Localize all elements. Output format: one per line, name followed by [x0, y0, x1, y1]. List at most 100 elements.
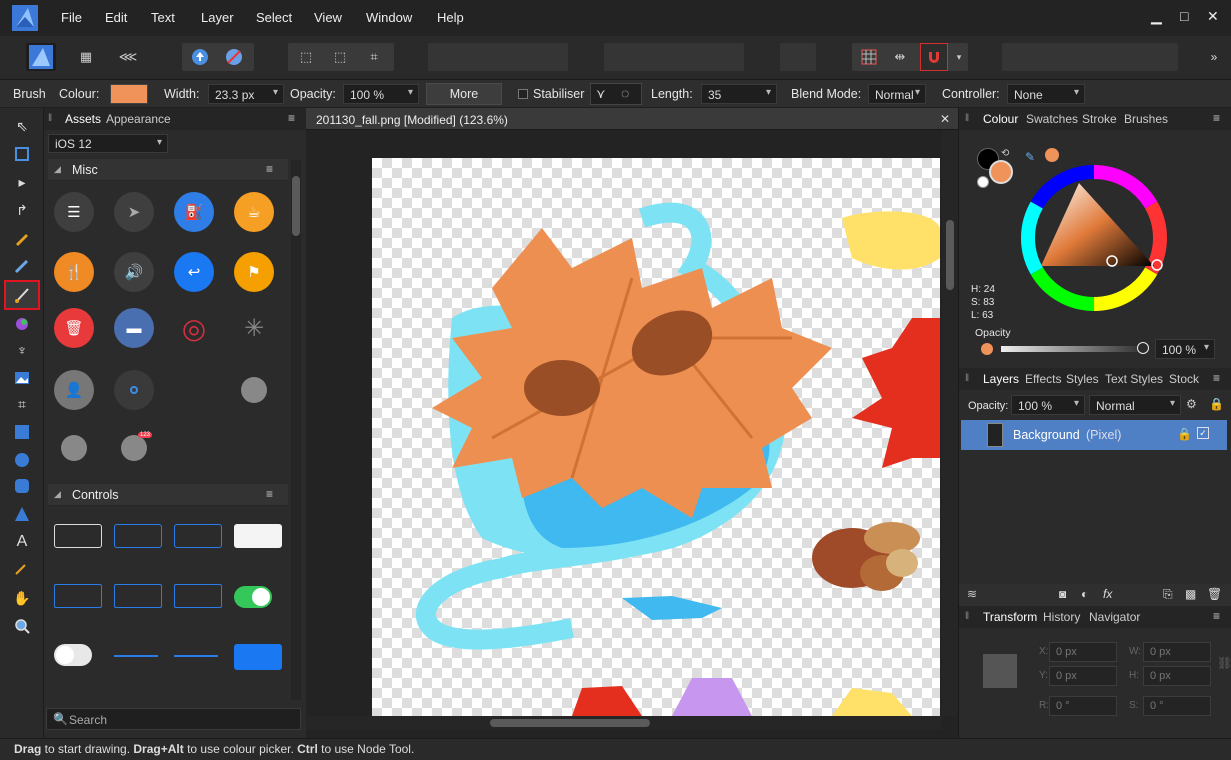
panel-menu-icon[interactable]: ≡ — [1213, 609, 1220, 623]
vector-brush-tool-icon[interactable] — [10, 254, 34, 278]
upload-icon[interactable] — [186, 43, 214, 71]
opacity-field[interactable]: 100 % ▾ — [343, 84, 419, 104]
menu-text[interactable]: Text — [151, 10, 175, 25]
toggle-off[interactable] — [54, 644, 92, 666]
anchor-selector[interactable] — [983, 654, 1017, 688]
no-colour-icon[interactable] — [977, 176, 989, 188]
tab-brushes[interactable]: Brushes — [1124, 112, 1168, 126]
close-document-icon[interactable]: ✕ — [940, 112, 950, 126]
fill-tool-icon[interactable] — [10, 312, 34, 336]
tab-stock[interactable]: Stock — [1169, 372, 1199, 386]
list-icon[interactable]: ☰ — [54, 192, 94, 232]
paint-brush-tool-icon[interactable] — [4, 280, 40, 310]
w-field[interactable]: 0 px — [1143, 642, 1211, 662]
flag-icon[interactable]: ⚑ — [234, 252, 274, 292]
canvas-horizontal-scrollbar[interactable] — [306, 716, 942, 730]
length-field[interactable]: 35 ▾ — [701, 84, 777, 104]
hand-tool-icon[interactable]: ✋ — [10, 586, 34, 610]
layer-lock-icon[interactable]: 🔒 — [1177, 427, 1192, 441]
asset-category-select[interactable]: iOS 12 ▾ — [48, 134, 168, 153]
select-all-icon[interactable]: ⬚ — [292, 43, 320, 71]
persona-export-button[interactable]: ⋘ — [114, 43, 142, 71]
rotation-field[interactable]: 0 ° — [1049, 696, 1117, 716]
colour-wheel[interactable] — [1019, 163, 1169, 313]
crop-tool-icon[interactable]: ⌗ — [10, 392, 34, 416]
tab-swatches[interactable]: Swatches — [1026, 112, 1078, 126]
close-button[interactable]: ✕ — [1207, 8, 1219, 25]
control-input-1[interactable] — [54, 584, 102, 608]
mask-icon[interactable]: ◙ — [1059, 587, 1066, 601]
more-button[interactable]: More — [426, 83, 502, 105]
h-field[interactable]: 0 px — [1143, 666, 1211, 686]
tab-effects[interactable]: Effects — [1025, 372, 1061, 386]
magnet-icon[interactable] — [920, 43, 948, 71]
eyedropper-icon[interactable]: ✎ — [1025, 150, 1035, 164]
coffee-icon[interactable]: ☕ — [234, 192, 274, 232]
tab-appearance[interactable]: Appearance — [106, 112, 171, 126]
fuel-icon[interactable]: ⛽ — [174, 192, 214, 232]
menu-select[interactable]: Select — [256, 10, 292, 25]
new-layer-icon[interactable]: ⎘ — [1163, 587, 1173, 602]
layer-visibility-checkbox[interactable]: ✓ — [1197, 427, 1209, 439]
place-image-tool-icon[interactable] — [10, 366, 34, 390]
tab-navigator[interactable]: Navigator — [1089, 610, 1140, 624]
group-icon[interactable]: ▩ — [1185, 587, 1196, 601]
move-tool-icon[interactable]: ⇖ — [10, 114, 34, 138]
minimize-button[interactable]: ▁ — [1151, 8, 1162, 25]
panel-menu-icon[interactable]: ≡ — [288, 111, 295, 125]
shear-field[interactable]: 0 ° — [1143, 696, 1211, 716]
trash-icon[interactable]: 🗑 — [54, 308, 94, 348]
width-field[interactable]: 23.3 px ▾ — [208, 84, 284, 104]
y-field[interactable]: 0 px — [1049, 666, 1117, 686]
pen-tool-icon[interactable]: ↱ — [10, 198, 34, 222]
grid-snap-icon[interactable] — [855, 43, 883, 71]
user-avatar-icon[interactable]: 👤 — [54, 370, 94, 410]
contact-avatar-large[interactable] — [234, 370, 274, 410]
colour-swatch[interactable] — [110, 84, 148, 104]
tab-styles[interactable]: Styles — [1066, 372, 1099, 386]
tab-layers[interactable]: Layers — [983, 372, 1019, 386]
layers-stack-icon[interactable]: ≋ — [967, 587, 977, 601]
rope-mode-icon[interactable]: ⋎ — [596, 86, 606, 102]
x-field[interactable]: 0 px — [1049, 642, 1117, 662]
canvas-vertical-scrollbar[interactable] — [942, 130, 958, 716]
delete-layer-icon[interactable]: 🗑 — [1207, 587, 1222, 601]
dot-icon[interactable] — [114, 370, 154, 410]
controller-select[interactable]: None ▾ — [1007, 84, 1085, 104]
text-tool-icon[interactable]: A — [10, 530, 34, 554]
maximize-button[interactable]: □ — [1180, 8, 1188, 24]
control-white-button[interactable] — [234, 524, 282, 548]
ellipse-tool-icon[interactable] — [10, 448, 34, 472]
deselect-icon[interactable]: ⬚ — [326, 43, 354, 71]
invert-selection-icon[interactable]: ⌗ — [360, 43, 388, 71]
swap-colours-icon[interactable]: ⟲ — [1001, 148, 1009, 159]
tab-text-styles[interactable]: Text Styles — [1105, 372, 1163, 386]
toggle-on[interactable] — [234, 586, 272, 608]
tab-history[interactable]: History — [1043, 610, 1080, 624]
pencil-tool-icon[interactable] — [10, 226, 34, 250]
snap-line-icon[interactable]: ⇹ — [886, 43, 914, 71]
blend-mode-select[interactable]: Normal ▾ — [868, 84, 926, 104]
fingerprint-icon[interactable]: ◎ — [174, 308, 214, 348]
menu-file[interactable]: File — [61, 10, 82, 25]
document-canvas[interactable] — [372, 158, 940, 716]
menu-layer[interactable]: Layer — [201, 10, 234, 25]
triangle-tool-icon[interactable] — [10, 502, 34, 526]
control-underline-1[interactable] — [114, 655, 158, 657]
chevron-down-icon[interactable]: ▾ — [950, 43, 968, 71]
node-tool-icon[interactable]: ▸ — [10, 170, 34, 194]
rectangle-tool-icon[interactable] — [10, 420, 34, 444]
asset-search-field[interactable]: 🔍 Search — [46, 708, 301, 730]
contact-avatar-badge[interactable]: 123 — [114, 428, 154, 468]
control-outline-blue[interactable] — [114, 524, 162, 548]
archive-icon[interactable]: ▬ — [114, 308, 154, 348]
panel-menu-icon[interactable]: ≡ — [1213, 371, 1220, 385]
section-menu-icon[interactable]: ≡ — [266, 487, 273, 501]
panel-menu-icon[interactable]: ≡ — [1213, 111, 1220, 125]
control-underline-2[interactable] — [174, 655, 218, 657]
no-adjust-icon[interactable] — [220, 43, 248, 71]
artboard-tool-icon[interactable] — [10, 142, 34, 166]
colour-opacity-field[interactable]: 100 % ▾ — [1155, 339, 1215, 359]
rounded-rect-tool-icon[interactable] — [10, 474, 34, 498]
restaurant-icon[interactable]: 🍴 — [54, 252, 94, 292]
